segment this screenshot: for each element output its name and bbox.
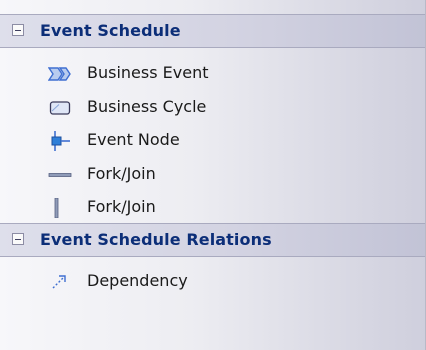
item-label: Business Event xyxy=(87,63,209,82)
item-label: Event Node xyxy=(87,130,180,149)
fork-join-horizontal-icon xyxy=(48,165,72,185)
toolbox-item-event-node[interactable]: Event Node xyxy=(0,124,425,157)
minus-collapse-icon[interactable] xyxy=(12,24,24,36)
group-title: Event Schedule xyxy=(40,21,181,40)
toolbox-item-dependency[interactable]: Dependency xyxy=(0,265,425,298)
fork-join-vertical-icon xyxy=(48,198,72,218)
event-node-icon xyxy=(48,131,72,151)
toolbox-panel: Event Schedule Business Event Business C… xyxy=(0,0,426,350)
business-cycle-icon xyxy=(48,98,72,118)
toolbox-item-business-cycle[interactable]: Business Cycle xyxy=(0,91,425,124)
item-label: Fork/Join xyxy=(87,197,156,216)
item-label: Business Cycle xyxy=(87,97,207,116)
toolbox-item-fork-join-horizontal[interactable]: Fork/Join xyxy=(0,158,425,191)
toolbox-item-business-event[interactable]: Business Event xyxy=(0,57,425,90)
item-label: Dependency xyxy=(87,271,188,290)
group-header-event-schedule[interactable]: Event Schedule xyxy=(0,14,425,48)
group-header-event-schedule-relations[interactable]: Event Schedule Relations xyxy=(0,223,425,257)
item-label: Fork/Join xyxy=(87,164,156,183)
dependency-arrow-icon xyxy=(48,272,72,292)
group-title: Event Schedule Relations xyxy=(40,230,272,249)
business-event-icon xyxy=(48,64,72,84)
toolbox-item-fork-join-vertical[interactable]: Fork/Join xyxy=(0,191,425,224)
minus-collapse-icon[interactable] xyxy=(12,233,24,245)
